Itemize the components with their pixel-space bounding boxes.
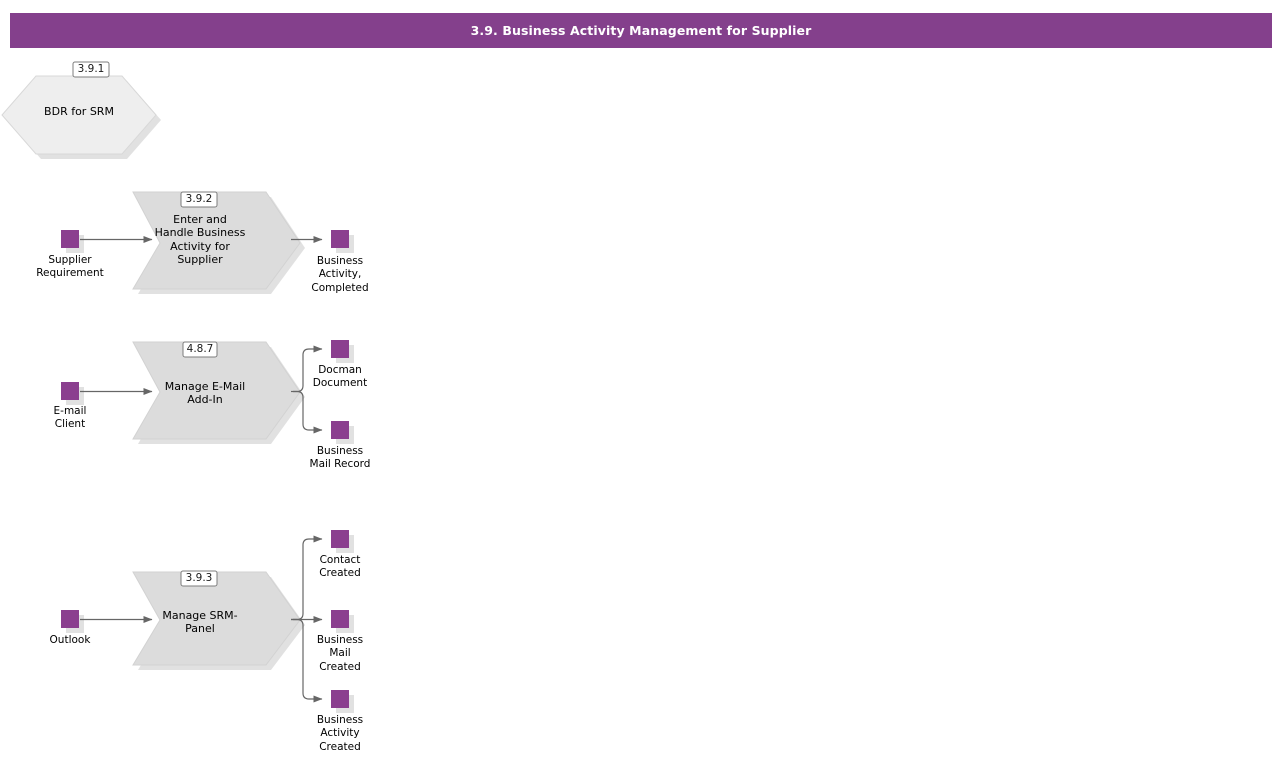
row-2-process-label: Enter and Handle Business Activity for S…: [154, 213, 246, 266]
row-3-output-1-label: Docman Document: [312, 364, 368, 390]
row-2-output-1-icon[interactable]: [331, 230, 354, 253]
row-3-output-2-icon[interactable]: [331, 421, 354, 444]
row-2-badge-label: 3.9.2: [185, 193, 213, 205]
process-flow-diagram: 3.9.1 BDR for SRM 3.9.2 Enter and Handle…: [0, 0, 1280, 764]
row-3-input-1-label: E-mail Client: [53, 405, 87, 431]
row-4-output-2-icon[interactable]: [331, 610, 354, 633]
row-3-badge-label: 4.8.7: [186, 343, 214, 355]
row-4-process-label: Manage SRM- Panel: [162, 609, 238, 636]
row-3-input-1-icon[interactable]: [61, 382, 84, 405]
row-2-output-1-label: Business Activity, Completed: [311, 255, 369, 294]
row-2-input-1-icon[interactable]: [61, 230, 84, 253]
row-3-output-2-label: Business Mail Record: [309, 445, 371, 471]
row-4-input-1-label: Outlook: [49, 634, 91, 646]
row-4-output-3-icon[interactable]: [331, 690, 354, 713]
row-1-badge-label: 3.9.1: [77, 63, 105, 75]
row-4-input-1-icon[interactable]: [61, 610, 84, 633]
row-4-output-3-label: Business Activity Created: [316, 714, 364, 753]
row-4-output-1-icon[interactable]: [331, 530, 354, 553]
row-1-process-label: BDR for SRM: [44, 105, 114, 118]
row-4-badge-label: 3.9.3: [185, 572, 213, 584]
row-3-output-1-icon[interactable]: [331, 340, 354, 363]
row-2-input-1-label: Supplier Requirement: [36, 254, 104, 280]
row-4-output-2-label: Business Mail Created: [316, 634, 364, 673]
row-4-output-1-label: Contact Created: [319, 554, 361, 580]
row-3-process-label: Manage E-Mail Add-In: [164, 380, 246, 407]
